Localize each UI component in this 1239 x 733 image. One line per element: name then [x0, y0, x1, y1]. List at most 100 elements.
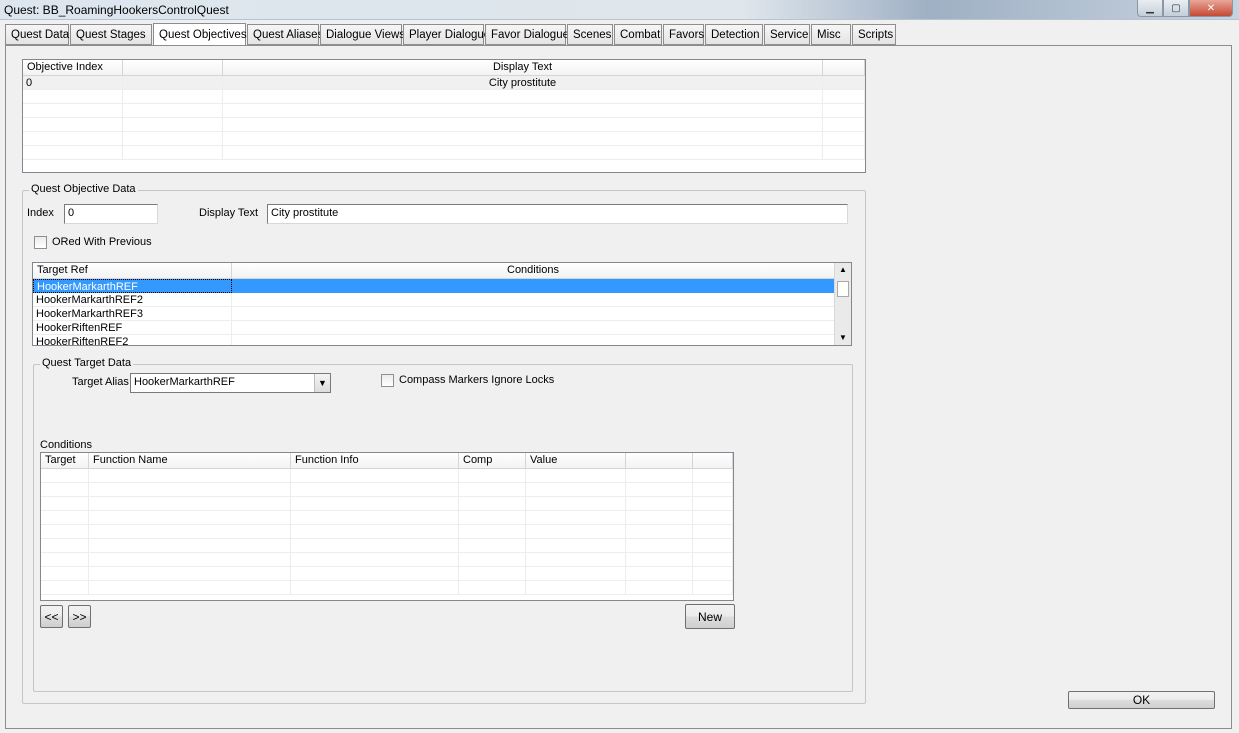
minimize-icon[interactable]: ▁	[1137, 0, 1163, 17]
table-cell	[89, 525, 291, 539]
conditions-list[interactable]: Target Function Name Function Info Comp Valu…	[40, 452, 734, 601]
table-row[interactable]	[41, 581, 733, 595]
targets-column-header[interactable]: Conditions	[232, 263, 835, 279]
tab-strip: Quest Data Quest Stages Quest Objectives Qu…	[5, 23, 897, 46]
table-cell	[41, 511, 89, 525]
scroll-up-icon[interactable]: ▲	[839, 265, 847, 274]
table-cell	[223, 118, 823, 132]
prev-button[interactable]: <<	[40, 605, 63, 628]
tab-scenes[interactable]: Scenes	[567, 24, 613, 45]
tab-favors[interactable]: Favors	[663, 24, 704, 45]
table-cell	[23, 90, 123, 104]
table-cell	[526, 553, 626, 567]
list-item[interactable]: HookerRiftenREF2	[33, 335, 851, 345]
tab-dialogue-views[interactable]: Dialogue Views	[320, 24, 405, 45]
table-cell	[232, 321, 835, 335]
tab-quest-aliases[interactable]: Quest Aliases	[247, 24, 323, 45]
table-row[interactable]	[23, 146, 865, 160]
table-row[interactable]	[41, 525, 733, 539]
table-cell	[89, 581, 291, 595]
table-cell	[526, 581, 626, 595]
ok-button[interactable]: OK	[1068, 691, 1215, 709]
tab-combat[interactable]: Combat	[614, 24, 662, 45]
table-cell	[693, 553, 733, 567]
ored-with-previous-label: ORed With Previous	[52, 236, 152, 248]
table-row[interactable]	[41, 511, 733, 525]
list-item[interactable]: HookerMarkarthREF3	[33, 307, 851, 321]
table-row[interactable]	[41, 483, 733, 497]
tab-scripts[interactable]: Scripts	[852, 24, 896, 45]
conditions-column-header[interactable]: Comp	[459, 453, 526, 469]
table-cell	[23, 146, 123, 160]
table-cell	[693, 525, 733, 539]
maximize-icon[interactable]: ▢	[1163, 0, 1189, 17]
table-cell	[626, 483, 693, 497]
table-cell: HookerRiftenREF	[33, 321, 232, 335]
table-cell	[89, 497, 291, 511]
table-cell	[693, 511, 733, 525]
ored-with-previous-checkbox[interactable]	[34, 236, 47, 249]
table-cell	[41, 469, 89, 483]
table-cell	[123, 118, 223, 132]
table-cell	[291, 497, 459, 511]
scroll-thumb[interactable]	[837, 281, 849, 297]
table-cell	[23, 104, 123, 118]
table-cell	[232, 335, 835, 345]
target-alias-select[interactable]: HookerMarkarthREF ▼	[130, 373, 331, 393]
next-button[interactable]: >>	[68, 605, 91, 628]
tab-quest-stages[interactable]: Quest Stages	[70, 24, 152, 45]
targets-scrollbar[interactable]: ▲ ▼	[834, 263, 851, 345]
table-cell	[223, 146, 823, 160]
targets-list[interactable]: Target Ref Conditions HookerMarkarthREF Ho…	[32, 262, 852, 346]
conditions-column-header[interactable]: Target	[41, 453, 89, 469]
list-item[interactable]: HookerRiftenREF	[33, 321, 851, 335]
table-cell	[626, 553, 693, 567]
tab-quest-objectives[interactable]: Quest Objectives	[153, 23, 247, 46]
tab-misc[interactable]: Misc	[811, 24, 851, 45]
table-cell	[291, 581, 459, 595]
table-row[interactable]	[41, 469, 733, 483]
table-row[interactable]	[41, 497, 733, 511]
conditions-column-header[interactable]: Function Name	[89, 453, 291, 469]
conditions-column-header[interactable]: Function Info	[291, 453, 459, 469]
table-cell	[291, 511, 459, 525]
table-cell	[693, 469, 733, 483]
table-row[interactable]	[23, 90, 865, 104]
chevron-down-icon[interactable]: ▼	[314, 374, 330, 392]
display-text-input[interactable]: City prostitute	[267, 204, 848, 224]
table-row[interactable]	[23, 104, 865, 118]
objectives-list[interactable]: Objective Index Display Text 0 City prosti…	[22, 59, 866, 173]
table-cell	[626, 511, 693, 525]
table-cell	[123, 104, 223, 118]
index-input[interactable]: 0	[64, 204, 158, 224]
objectives-column-header[interactable]: Objective Index	[23, 60, 123, 76]
tab-favor-dialogue[interactable]: Favor Dialogue	[485, 24, 569, 45]
tab-detection[interactable]: Detection	[705, 24, 763, 45]
table-row[interactable]	[41, 553, 733, 567]
objectives-column-header[interactable]	[123, 60, 223, 76]
conditions-column-header[interactable]: Value	[526, 453, 626, 469]
scroll-down-icon[interactable]: ▼	[839, 333, 847, 342]
display-text-value: City prostitute	[271, 207, 339, 219]
table-row[interactable]	[23, 132, 865, 146]
list-item[interactable]: HookerMarkarthREF2	[33, 293, 851, 307]
table-row[interactable]: 0 City prostitute	[23, 76, 865, 90]
table-cell	[693, 581, 733, 595]
quest-target-data-label: Quest Target Data	[40, 357, 134, 369]
objectives-column-header[interactable]	[823, 60, 865, 76]
table-row[interactable]	[23, 118, 865, 132]
conditions-column-header[interactable]	[693, 453, 733, 469]
new-condition-button[interactable]: New	[685, 604, 735, 629]
tab-player-dialogue[interactable]: Player Dialogue	[403, 24, 490, 45]
table-row[interactable]	[41, 539, 733, 553]
close-icon[interactable]: ✕	[1189, 0, 1233, 17]
tab-service[interactable]: Service	[764, 24, 810, 45]
conditions-column-header[interactable]	[626, 453, 693, 469]
quest-objective-data-label: Quest Objective Data	[29, 183, 138, 195]
table-row[interactable]	[41, 567, 733, 581]
targets-column-header[interactable]: Target Ref	[33, 263, 232, 279]
compass-markers-checkbox[interactable]	[381, 374, 394, 387]
list-item[interactable]: HookerMarkarthREF	[33, 279, 851, 293]
tab-quest-data[interactable]: Quest Data	[5, 24, 69, 45]
objectives-column-header[interactable]: Display Text	[223, 60, 823, 76]
